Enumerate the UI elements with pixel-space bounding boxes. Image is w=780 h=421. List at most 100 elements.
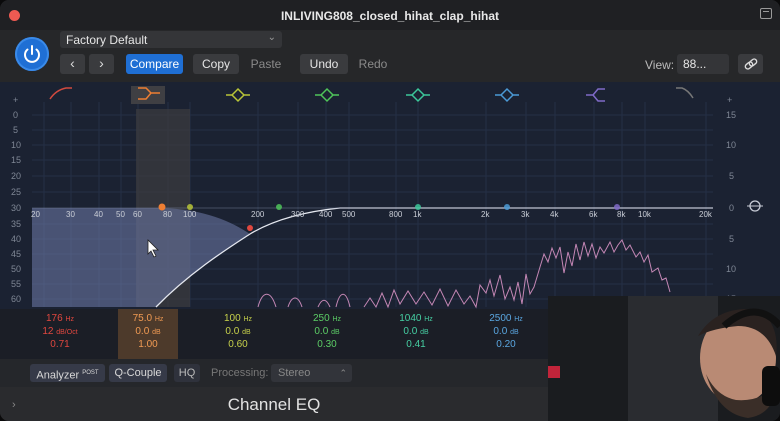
- next-preset-button[interactable]: ›: [89, 54, 114, 74]
- window-title: INLIVING808_closed_hihat_clap_hihat: [280, 9, 500, 23]
- stepper-icon: ⌃: [339, 368, 347, 378]
- db-scale-right-0: +: [727, 95, 732, 105]
- band-3-gain[interactable]: 0.0 dB: [208, 326, 268, 339]
- view-size-value: 88...: [683, 57, 707, 71]
- band-peak-2-icon[interactable]: [315, 87, 339, 103]
- band-6-gain[interactable]: 0.0 dB: [476, 326, 536, 339]
- band-2-q[interactable]: 1.00: [118, 339, 178, 351]
- band-2-freq[interactable]: 75.0 Hz: [118, 313, 178, 326]
- band-5-q[interactable]: 0.41: [386, 339, 446, 351]
- freq-label-13: 2k: [481, 210, 490, 219]
- analyzer-button[interactable]: Analyzer POST: [30, 364, 105, 382]
- band-low-cut-icon[interactable]: [49, 87, 72, 100]
- webcam-overlay: [548, 296, 780, 421]
- band-3-freq[interactable]: 100 Hz: [208, 313, 268, 326]
- db-scale-left-10: 45: [11, 249, 21, 259]
- analyzer-label: Analyzer: [36, 369, 80, 382]
- freq-label-14: 3k: [521, 210, 530, 219]
- band-5-freq[interactable]: 1040 Hz: [386, 313, 446, 326]
- previous-preset-button[interactable]: ‹: [60, 54, 85, 74]
- title-bar: INLIVING808_closed_hihat_clap_hihat: [0, 0, 780, 30]
- band-2-params[interactable]: 75.0 Hz 0.0 dB 1.00: [118, 309, 178, 359]
- band-peak-3-icon[interactable]: [406, 87, 430, 103]
- redo-button[interactable]: Redo: [350, 54, 396, 74]
- band-5-gain[interactable]: 0.0 dB: [386, 326, 446, 339]
- band-6-handle[interactable]: [504, 204, 510, 210]
- band-1-handle[interactable]: [247, 225, 253, 231]
- freq-label-16: 6k: [589, 210, 598, 219]
- link-icon: [744, 58, 758, 70]
- band-1-q[interactable]: 0.71: [30, 339, 90, 351]
- plugin-name: Channel EQ: [227, 395, 321, 414]
- processing-select[interactable]: Stereo ⌃: [271, 364, 352, 382]
- db-scale-left-0: +: [13, 95, 18, 105]
- band-2-gain[interactable]: 0.0 dB: [118, 326, 178, 339]
- power-icon: [24, 45, 40, 63]
- freq-label-3: 50: [116, 210, 125, 219]
- processing-value: Stereo: [278, 367, 311, 379]
- band-3-params[interactable]: 100 Hz 0.0 dB 0.60: [208, 309, 268, 359]
- copy-button[interactable]: Copy: [193, 54, 239, 74]
- freq-label-4: 60: [133, 210, 142, 219]
- freq-label-9: 400: [319, 210, 333, 219]
- band-6-params[interactable]: 2500 Hz 0.0 dB 0.20: [476, 309, 536, 359]
- compare-button[interactable]: Compare: [126, 54, 183, 74]
- db-scale-right-1: 15: [726, 110, 736, 120]
- chevron-right-icon: ›: [99, 55, 104, 71]
- plugin-header: Factory Default ⌄ ‹ › Compare Copy Paste…: [0, 30, 780, 82]
- plugin-footer: › Channel EQ: [0, 387, 548, 421]
- freq-label-5: 80: [163, 210, 172, 219]
- band-4-freq[interactable]: 250 Hz: [297, 313, 357, 326]
- preset-name: Factory Default: [66, 33, 148, 47]
- window-options-icon[interactable]: [760, 8, 772, 19]
- band-4-params[interactable]: 250 Hz 0.0 dB 0.30: [297, 309, 357, 359]
- db-scale-right-5: 5: [729, 234, 734, 244]
- db-scale-left-13: 60: [11, 294, 21, 304]
- chevron-down-icon: ⌄: [267, 32, 276, 43]
- freq-label-0: 20: [31, 210, 40, 219]
- band-1-params[interactable]: 176 Hz 12 dB/Oct 0.71: [30, 309, 90, 359]
- band-1-slope[interactable]: 12 dB/Oct: [30, 326, 90, 339]
- gain-scale-handle[interactable]: [747, 200, 763, 212]
- band-parameters: 176 Hz 12 dB/Oct 0.71 75.0 Hz 0.0 dB 1.0…: [0, 309, 548, 359]
- freq-label-1: 30: [66, 210, 75, 219]
- freq-label-6: 100: [183, 210, 197, 219]
- q-couple-button[interactable]: Q-Couple: [109, 364, 167, 382]
- band-5-handle[interactable]: [415, 204, 421, 210]
- power-button[interactable]: [15, 37, 49, 71]
- paste-button[interactable]: Paste: [242, 54, 290, 74]
- band-6-q[interactable]: 0.20: [476, 339, 536, 351]
- db-scale-left-7: 30: [11, 203, 21, 213]
- low-cut-filled-area: [32, 208, 250, 307]
- band-7-handle[interactable]: [614, 204, 620, 210]
- band-6-freq[interactable]: 2500 Hz: [476, 313, 536, 326]
- freq-label-19: 20k: [699, 210, 713, 219]
- band-3-handle[interactable]: [187, 204, 193, 210]
- channel-eq-window: INLIVING808_closed_hihat_clap_hihat Fact…: [0, 0, 780, 421]
- band-peak-1-icon[interactable]: [226, 87, 250, 103]
- eq-graph[interactable]: + 0 5 10 15 20 25 30 35 40 45 50 55 60 +…: [0, 82, 780, 309]
- band-4-gain[interactable]: 0.0 dB: [297, 326, 357, 339]
- band-2-handle[interactable]: [158, 203, 166, 211]
- db-scale-left-3: 10: [11, 140, 21, 150]
- undo-button[interactable]: Undo: [300, 54, 348, 74]
- db-scale-left-4: 15: [11, 155, 21, 165]
- preset-menu[interactable]: Factory Default ⌄: [60, 31, 282, 48]
- db-scale-right-2: 10: [726, 140, 736, 150]
- freq-label-7: 200: [251, 210, 265, 219]
- band-4-handle[interactable]: [276, 204, 282, 210]
- band-peak-4-icon[interactable]: [495, 87, 519, 103]
- band-5-params[interactable]: 1040 Hz 0.0 dB 0.41: [386, 309, 446, 359]
- band-high-cut-icon[interactable]: [676, 87, 694, 99]
- link-button[interactable]: [738, 54, 763, 74]
- band-high-shelf-icon[interactable]: [586, 88, 605, 102]
- band-3-q[interactable]: 0.60: [208, 339, 268, 351]
- view-size-select[interactable]: 88...: [677, 54, 729, 74]
- band-4-q[interactable]: 0.30: [297, 339, 357, 351]
- band-1-freq[interactable]: 176 Hz: [30, 313, 90, 326]
- db-scale-left: + 0 5 10 15 20 25 30 35 40 45 50 55 60: [11, 95, 21, 304]
- hq-button[interactable]: HQ: [174, 364, 200, 382]
- freq-label-12: 1k: [413, 210, 422, 219]
- db-scale-left-5: 20: [11, 171, 21, 181]
- db-scale-left-12: 55: [11, 279, 21, 289]
